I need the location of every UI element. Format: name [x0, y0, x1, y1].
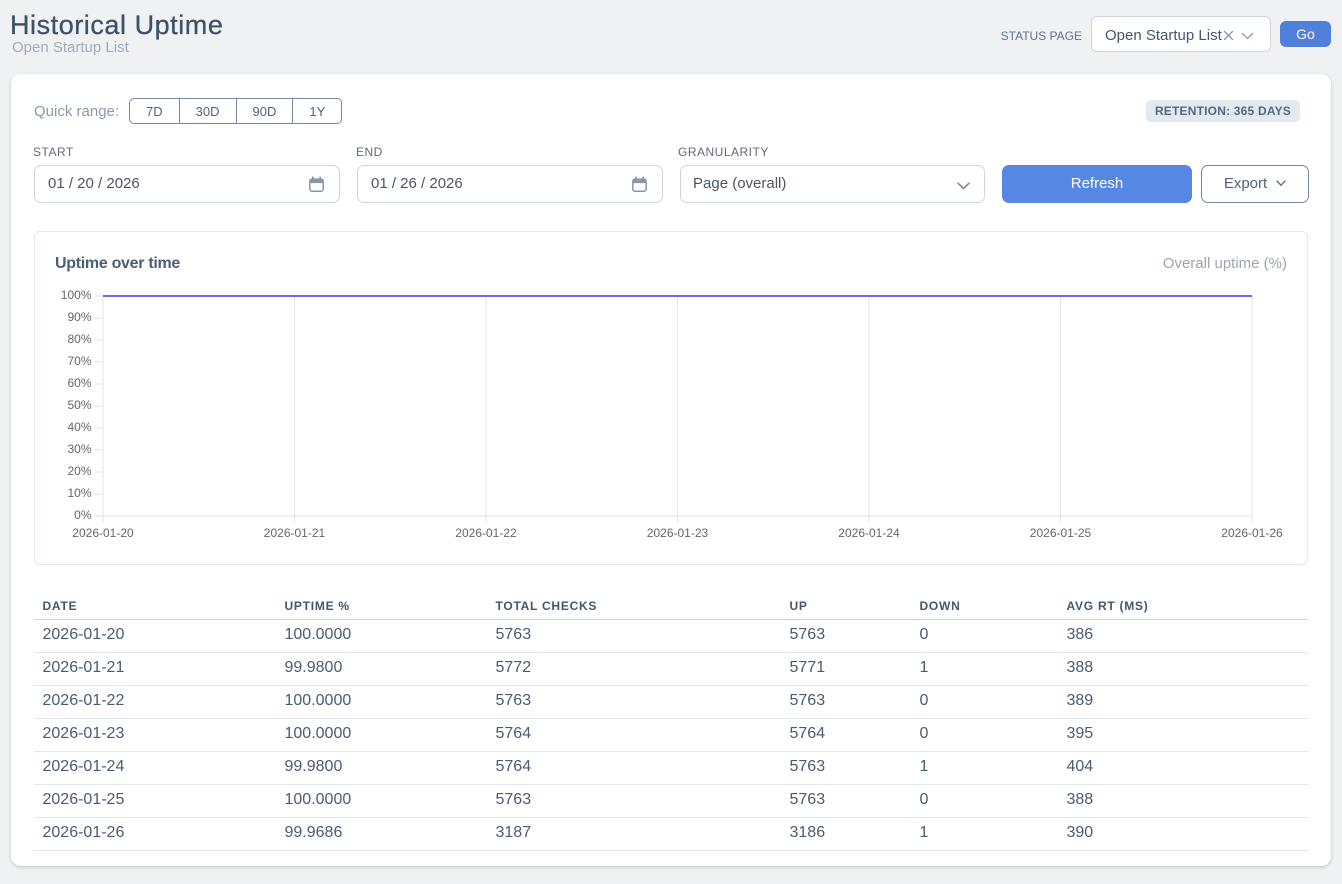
svg-text:30%: 30% [67, 442, 91, 456]
svg-text:2026-01-26: 2026-01-26 [1221, 526, 1283, 540]
svg-text:2026-01-24: 2026-01-24 [838, 526, 900, 540]
svg-text:50%: 50% [67, 398, 91, 412]
svg-text:2026-01-22: 2026-01-22 [455, 526, 517, 540]
svg-text:70%: 70% [67, 354, 91, 368]
svg-text:100%: 100% [61, 288, 92, 302]
svg-text:80%: 80% [67, 332, 91, 346]
svg-text:40%: 40% [67, 420, 91, 434]
svg-text:20%: 20% [67, 464, 91, 478]
svg-text:10%: 10% [67, 486, 91, 500]
svg-text:2026-01-23: 2026-01-23 [647, 526, 709, 540]
svg-text:2026-01-21: 2026-01-21 [264, 526, 326, 540]
svg-text:2026-01-20: 2026-01-20 [72, 526, 134, 540]
svg-text:60%: 60% [67, 376, 91, 390]
svg-text:2026-01-25: 2026-01-25 [1030, 526, 1092, 540]
svg-text:0%: 0% [74, 508, 92, 522]
svg-text:90%: 90% [67, 310, 91, 324]
